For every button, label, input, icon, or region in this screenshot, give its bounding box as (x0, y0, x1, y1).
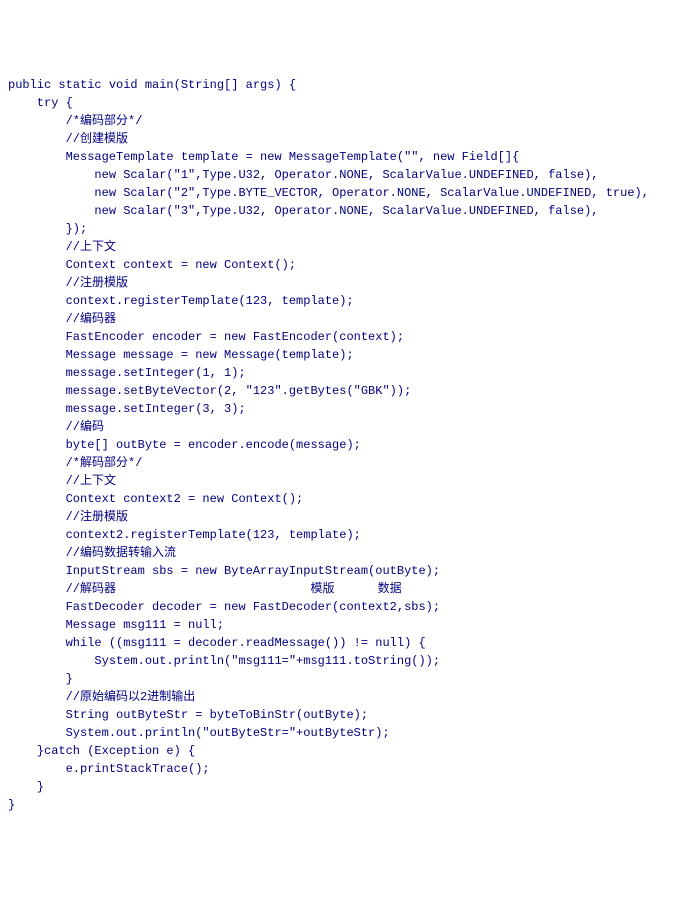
code-line: message.setInteger(1, 1); (8, 364, 684, 382)
code-line: //创建模版 (8, 130, 684, 148)
code-line: FastEncoder encoder = new FastEncoder(co… (8, 328, 684, 346)
code-line: byte[] outByte = encoder.encode(message)… (8, 436, 684, 454)
code-line: InputStream sbs = new ByteArrayInputStre… (8, 562, 684, 580)
code-line: MessageTemplate template = new MessageTe… (8, 148, 684, 166)
code-line: //编码器 (8, 310, 684, 328)
code-line: //编码数据转输入流 (8, 544, 684, 562)
code-line: /*解码部分*/ (8, 454, 684, 472)
code-line: new Scalar("3",Type.U32, Operator.NONE, … (8, 202, 684, 220)
code-line: } (8, 796, 684, 814)
code-line: String outByteStr = byteToBinStr(outByte… (8, 706, 684, 724)
code-line: try { (8, 94, 684, 112)
code-line: while ((msg111 = decoder.readMessage()) … (8, 634, 684, 652)
code-line: //上下文 (8, 238, 684, 256)
code-line: } (8, 670, 684, 688)
code-line: e.printStackTrace(); (8, 760, 684, 778)
code-line: Message message = new Message(template); (8, 346, 684, 364)
code-line: //注册模版 (8, 274, 684, 292)
code-line: FastDecoder decoder = new FastDecoder(co… (8, 598, 684, 616)
code-line: //上下文 (8, 472, 684, 490)
code-line: }); (8, 220, 684, 238)
code-line: context2.registerTemplate(123, template)… (8, 526, 684, 544)
code-line: System.out.println("outByteStr="+outByte… (8, 724, 684, 742)
code-line: }catch (Exception e) { (8, 742, 684, 760)
code-line: Message msg111 = null; (8, 616, 684, 634)
code-line: //原始编码以2进制输出 (8, 688, 684, 706)
code-line: Context context = new Context(); (8, 256, 684, 274)
code-line: message.setInteger(3, 3); (8, 400, 684, 418)
code-line: new Scalar("2",Type.BYTE_VECTOR, Operato… (8, 184, 684, 202)
code-line: public static void main(String[] args) { (8, 76, 684, 94)
code-line: /*编码部分*/ (8, 112, 684, 130)
code-line: context.registerTemplate(123, template); (8, 292, 684, 310)
code-block: public static void main(String[] args) {… (8, 76, 684, 814)
code-line: Context context2 = new Context(); (8, 490, 684, 508)
code-line: System.out.println("msg111="+msg111.toSt… (8, 652, 684, 670)
code-line: //编码 (8, 418, 684, 436)
code-line: //解码器 模版 数据 (8, 580, 684, 598)
code-line: //注册模版 (8, 508, 684, 526)
code-line: } (8, 778, 684, 796)
code-line: new Scalar("1",Type.U32, Operator.NONE, … (8, 166, 684, 184)
code-line: message.setByteVector(2, "123".getBytes(… (8, 382, 684, 400)
